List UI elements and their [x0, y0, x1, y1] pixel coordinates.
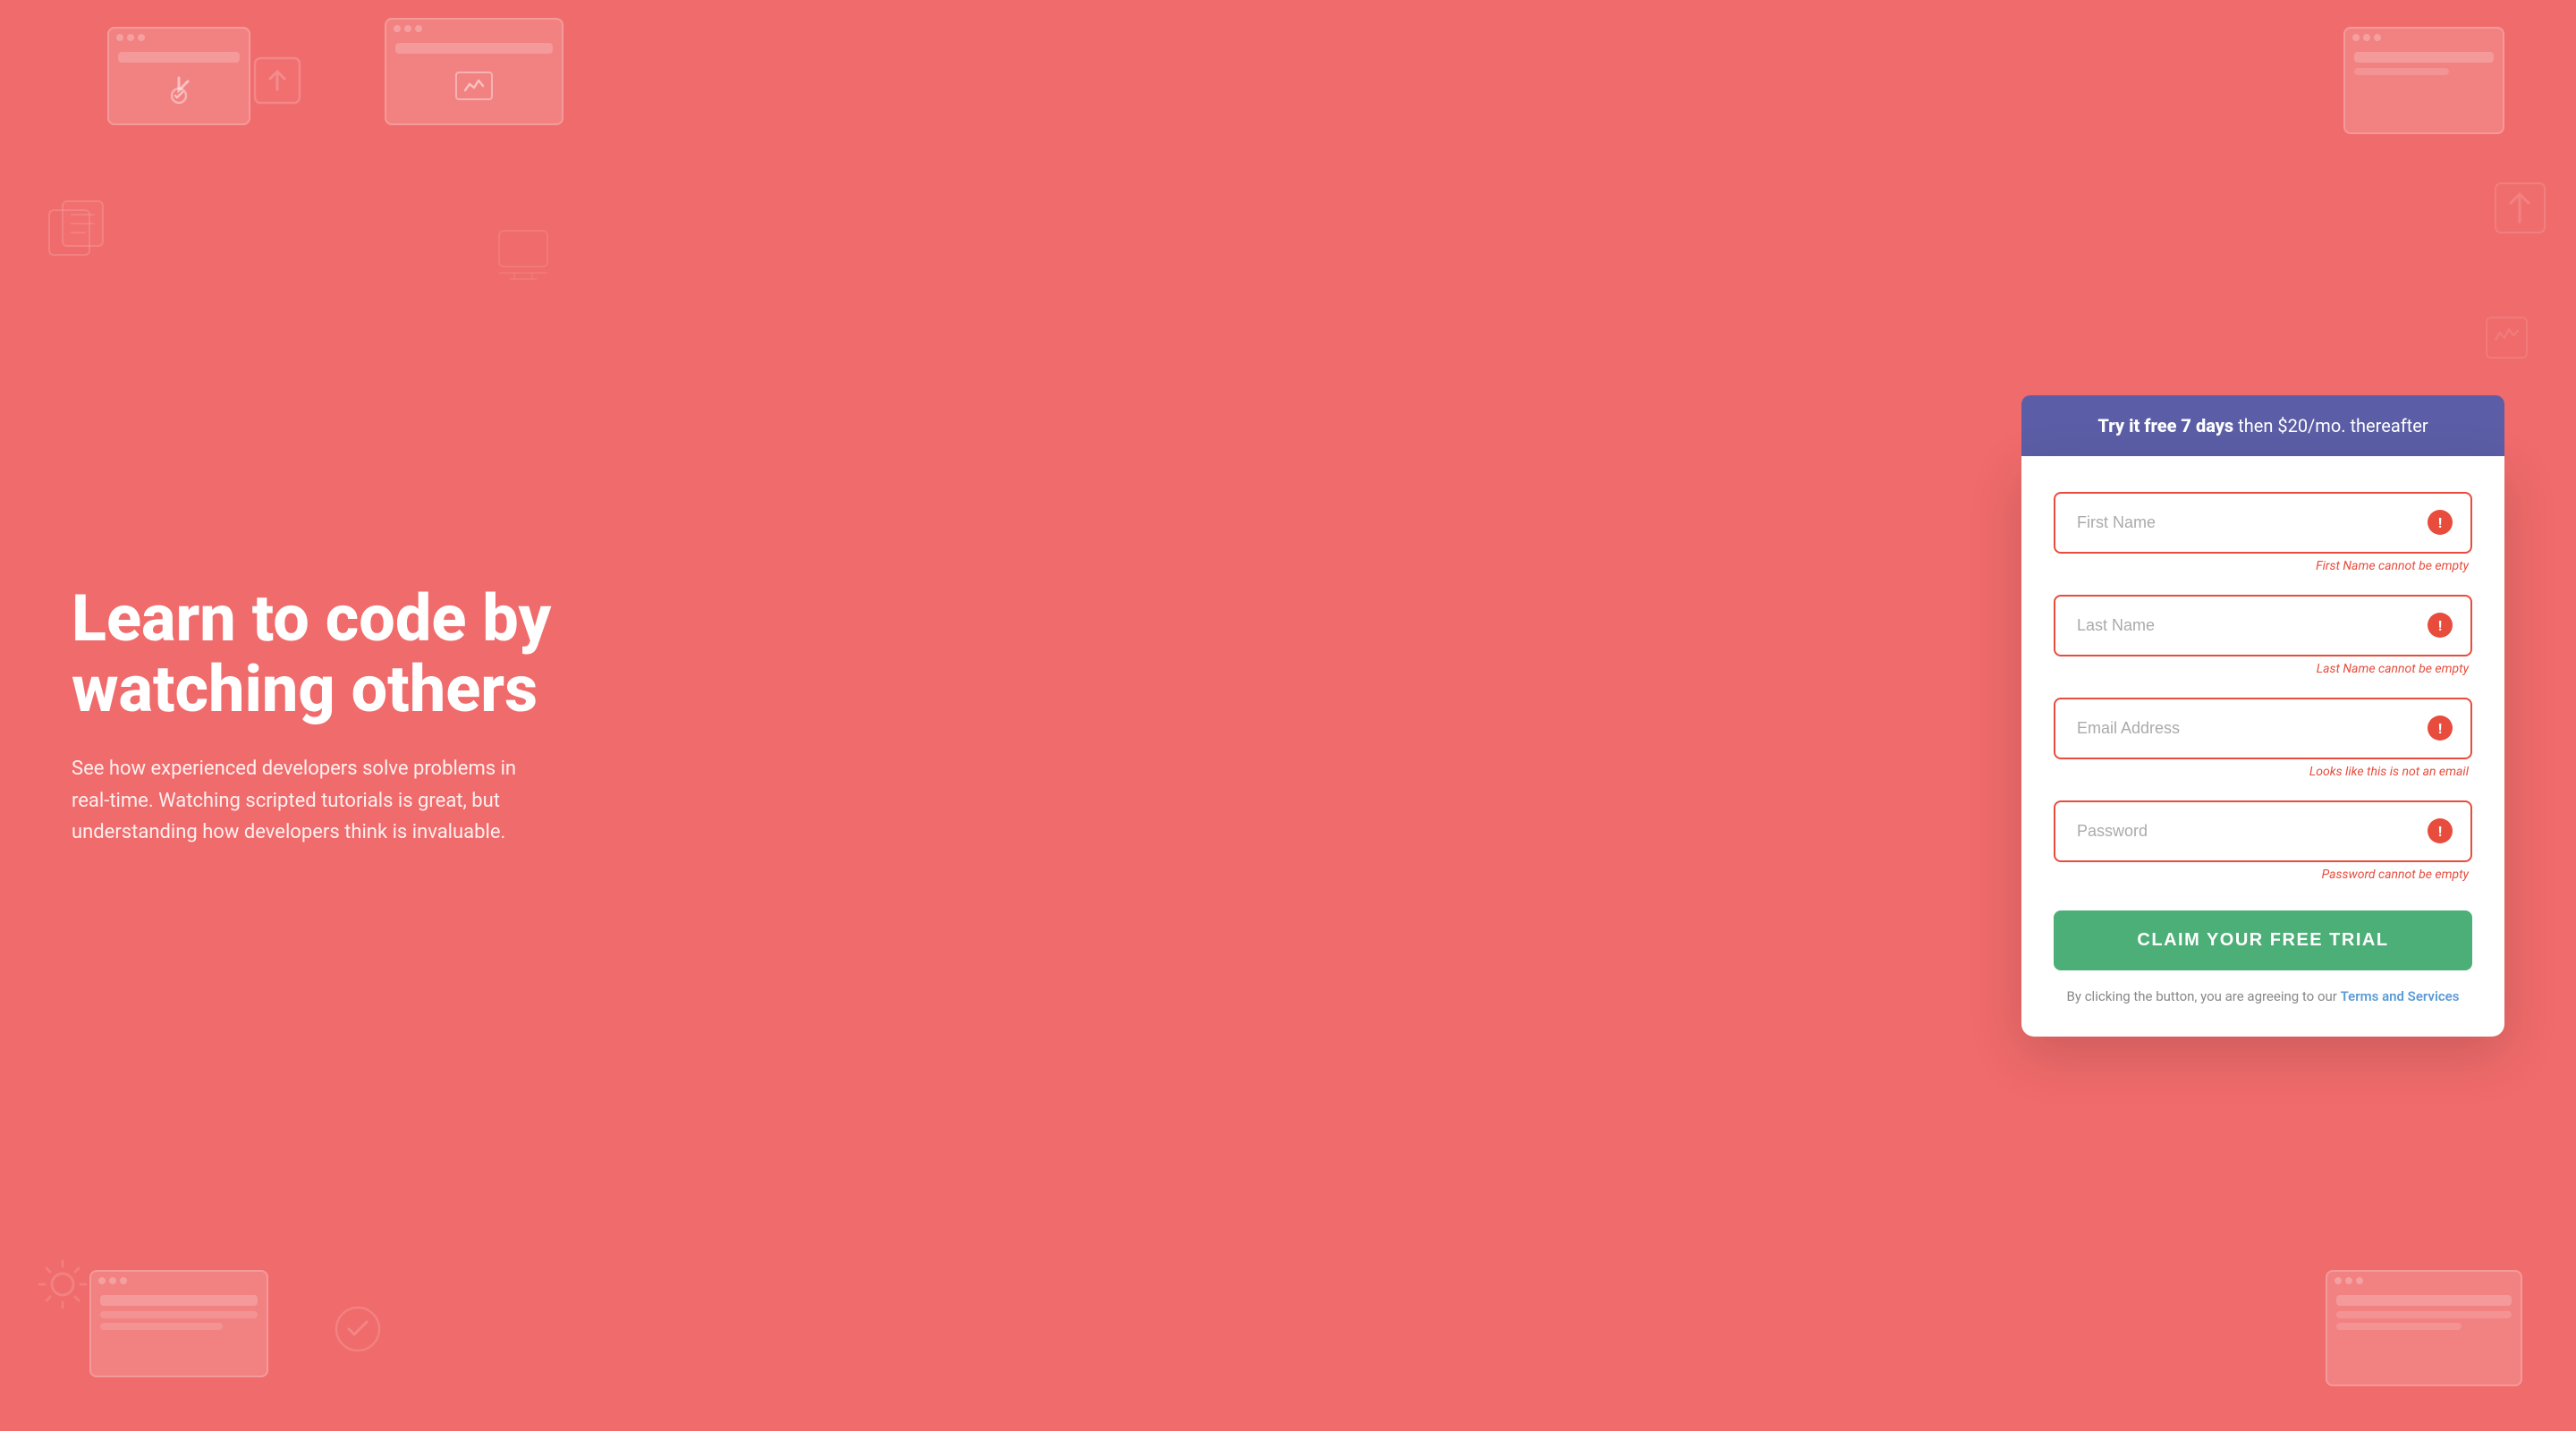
- trial-banner-bold: Try it free 7 days: [2097, 415, 2233, 436]
- sub-text: See how experienced developers solve pro…: [72, 753, 519, 848]
- password-input[interactable]: [2055, 802, 2470, 860]
- last-name-error: Last Name cannot be empty: [2054, 662, 2472, 676]
- first-name-error-icon: !: [2428, 510, 2453, 535]
- email-error: Looks like this is not an email: [2054, 765, 2472, 779]
- email-error-icon: !: [2428, 716, 2453, 741]
- email-input[interactable]: [2055, 699, 2470, 758]
- password-error: Password cannot be empty: [2054, 868, 2472, 882]
- email-wrapper: !: [2054, 698, 2472, 759]
- first-name-error: First Name cannot be empty: [2054, 559, 2472, 573]
- email-group: ! Looks like this is not an email: [2054, 698, 2472, 793]
- terms-prefix: By clicking the button, you are agreeing…: [2067, 988, 2341, 1004]
- terms-text: By clicking the button, you are agreeing…: [2054, 988, 2472, 1004]
- password-error-icon: !: [2428, 818, 2453, 843]
- first-name-input[interactable]: [2055, 494, 2470, 552]
- trial-banner: Try it free 7 days then $20/mo. thereaft…: [2021, 395, 2504, 456]
- page-layout: Learn to code by watching others See how…: [0, 0, 2576, 1431]
- first-name-wrapper: !: [2054, 492, 2472, 554]
- first-name-group: ! First Name cannot be empty: [2054, 492, 2472, 588]
- last-name-wrapper: !: [2054, 595, 2472, 656]
- password-group: ! Password cannot be empty: [2054, 800, 2472, 896]
- last-name-error-icon: !: [2428, 613, 2453, 638]
- right-panel: Try it free 7 days then $20/mo. thereaft…: [2021, 395, 2504, 1037]
- main-heading: Learn to code by watching others: [72, 583, 608, 724]
- terms-link[interactable]: Terms and Services: [2341, 988, 2460, 1004]
- last-name-input[interactable]: [2055, 597, 2470, 655]
- trial-banner-text: then $20/mo. thereafter: [2233, 415, 2428, 436]
- claim-free-trial-button[interactable]: CLAIM YOUR FREE TRIAL: [2054, 910, 2472, 970]
- left-panel: Learn to code by watching others See how…: [72, 547, 608, 884]
- last-name-group: ! Last Name cannot be empty: [2054, 595, 2472, 690]
- form-card: ! First Name cannot be empty ! Last Name…: [2021, 456, 2504, 1037]
- password-wrapper: !: [2054, 800, 2472, 862]
